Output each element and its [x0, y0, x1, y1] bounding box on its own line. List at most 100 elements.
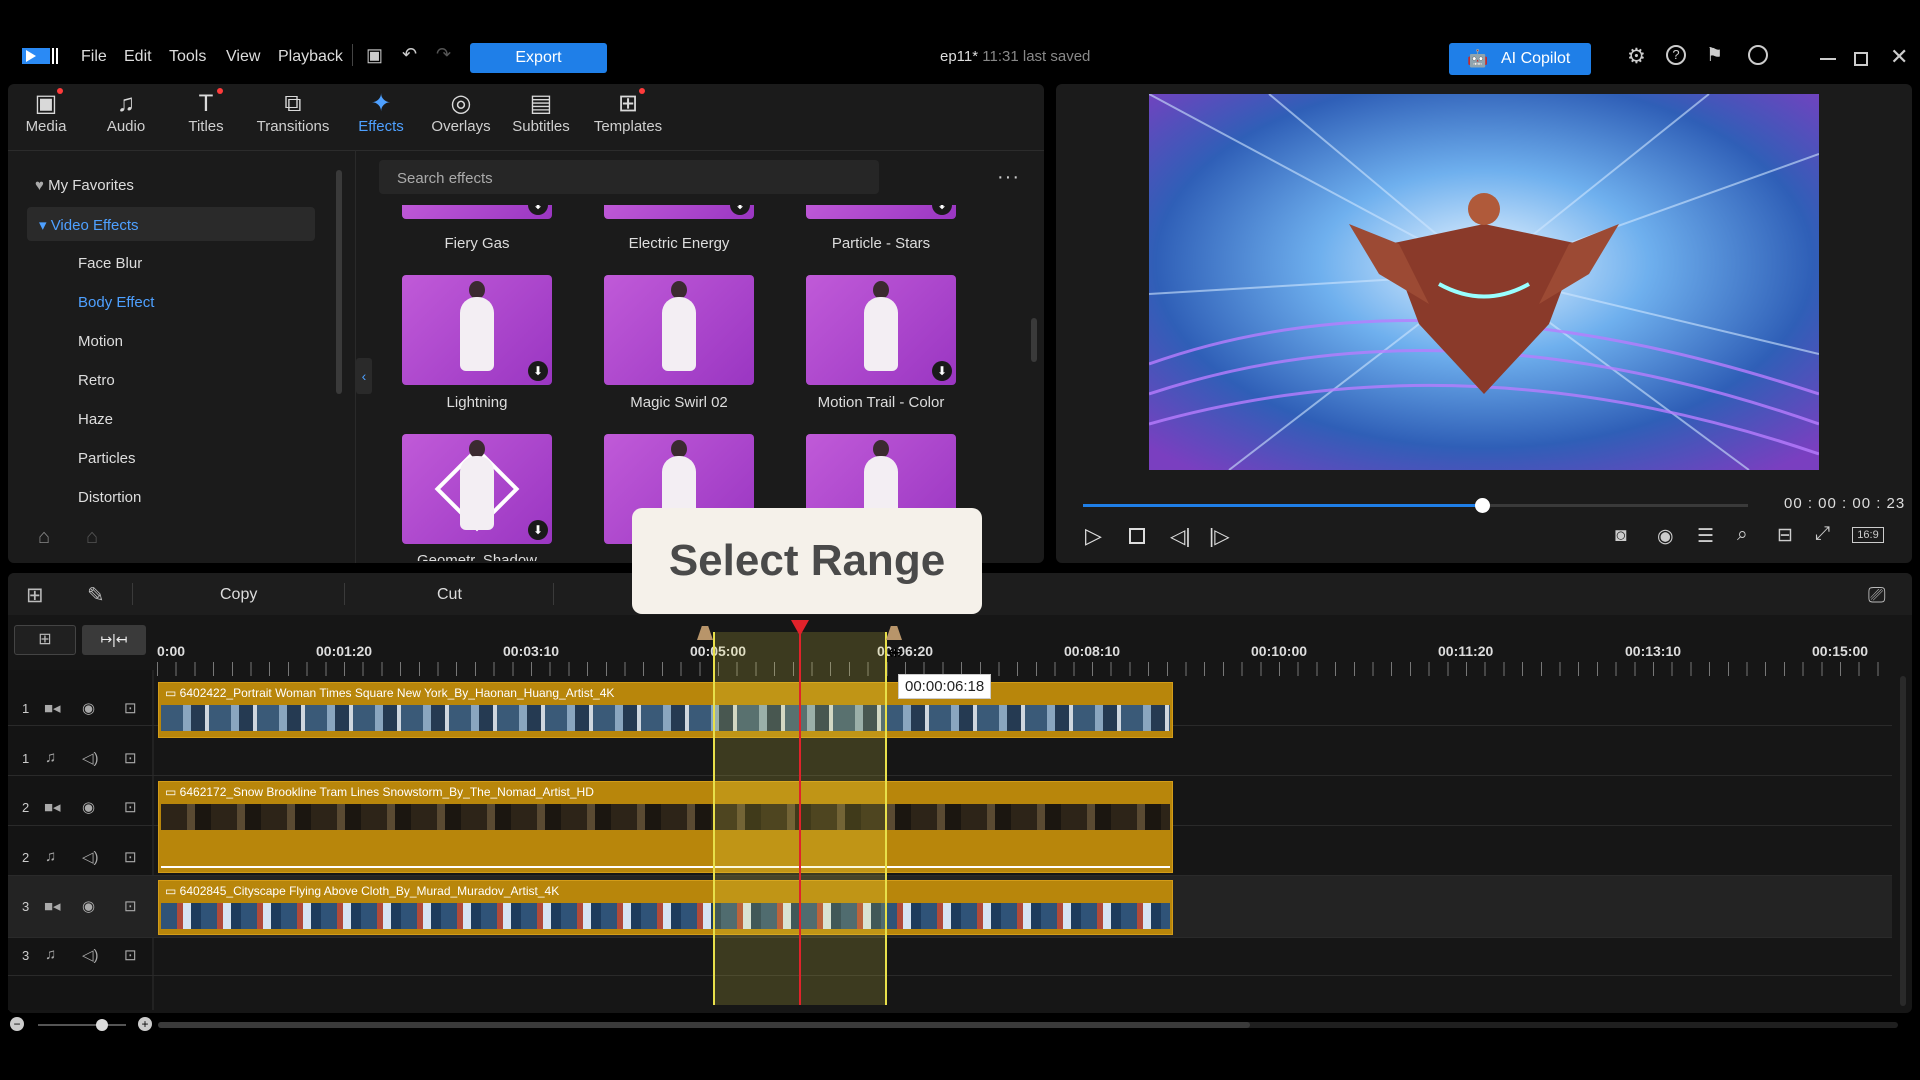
- video-clip[interactable]: ▭ 6462172_Snow Brookline Tram Lines Snow…: [158, 781, 1173, 873]
- zoom-slider-knob[interactable]: [96, 1019, 108, 1031]
- subtitle-toggle-icon[interactable]: ☰: [1697, 525, 1714, 548]
- edit-pen-icon[interactable]: ✎: [87, 583, 105, 608]
- effect-thumb-lightning[interactable]: ⬇: [402, 275, 552, 385]
- play-icon[interactable]: ▷: [1085, 523, 1102, 549]
- aspect-ratio-button[interactable]: 16:9: [1852, 527, 1884, 543]
- sidebar-item-retro[interactable]: Retro: [78, 372, 115, 389]
- export-button[interactable]: Export: [470, 43, 607, 73]
- tab-media[interactable]: ▣ Media: [6, 90, 86, 135]
- sidebar-item-face-blur[interactable]: Face Blur: [78, 255, 142, 272]
- lock-icon[interactable]: ⊡: [124, 749, 137, 767]
- menu-tools[interactable]: Tools: [169, 48, 206, 66]
- lock-icon[interactable]: ⊡: [124, 897, 137, 915]
- add-tag-icon[interactable]: ⌂: [38, 526, 50, 549]
- cut-button[interactable]: Cut: [437, 586, 462, 604]
- notification-icon[interactable]: ⚑: [1706, 44, 1723, 67]
- app-logo-icon[interactable]: [22, 46, 58, 66]
- previous-frame-icon[interactable]: ◁|: [1170, 524, 1191, 549]
- preview-progress-track[interactable]: [1083, 498, 1748, 513]
- sidebar-item-motion[interactable]: Motion: [78, 333, 123, 350]
- preview-video[interactable]: [1149, 94, 1819, 470]
- eye-icon[interactable]: ◉: [82, 699, 95, 717]
- sidebar-item-haze[interactable]: Haze: [78, 411, 113, 428]
- lock-icon[interactable]: ⊡: [124, 848, 137, 866]
- save-icon[interactable]: ▣: [366, 45, 383, 66]
- range-start-line[interactable]: [713, 632, 715, 1005]
- sidebar-item-body-effect[interactable]: Body Effect: [78, 294, 154, 311]
- menu-playback[interactable]: Playback: [278, 48, 343, 66]
- lock-icon[interactable]: ⊡: [124, 699, 137, 717]
- copy-button[interactable]: Copy: [220, 586, 257, 604]
- menu-edit[interactable]: Edit: [124, 48, 152, 66]
- tab-titles[interactable]: T Titles: [166, 90, 246, 135]
- effect-thumb-electric-energy[interactable]: ⬇: [604, 205, 754, 219]
- video-clip[interactable]: ▭ 6402845_Cityscape Flying Above Cloth_B…: [158, 880, 1173, 935]
- zoom-in-icon[interactable]: +: [138, 1017, 152, 1031]
- timeline-view-icon[interactable]: ⊞: [26, 583, 44, 608]
- layout-icon[interactable]: ⊟: [1777, 524, 1793, 547]
- account-icon[interactable]: [1748, 45, 1768, 65]
- menu-file[interactable]: File: [81, 48, 107, 66]
- ai-copilot-button[interactable]: 🤖 AI Copilot: [1449, 43, 1591, 75]
- scrollbar-thumb[interactable]: [158, 1022, 1250, 1028]
- effect-thumb-motion-trail[interactable]: ⬇: [806, 275, 956, 385]
- playhead-line[interactable]: [799, 632, 801, 1005]
- render-preview-icon[interactable]: ◉: [1657, 525, 1674, 548]
- effects-scrollbar[interactable]: [1031, 318, 1037, 362]
- effect-thumb-magic-swirl[interactable]: [604, 275, 754, 385]
- effect-thumb-fiery-gas[interactable]: ⬇: [402, 205, 552, 219]
- snapshot-icon[interactable]: ◙: [1615, 525, 1626, 547]
- restore-icon[interactable]: [1854, 52, 1868, 66]
- sidebar-item-distortion[interactable]: Distortion: [78, 489, 141, 506]
- range-end-line[interactable]: [885, 632, 887, 1005]
- tab-subtitles[interactable]: ▤ Subtitles: [501, 90, 581, 135]
- download-icon[interactable]: ⬇: [528, 520, 548, 540]
- timeline-settings-icon[interactable]: ⎚: [1868, 582, 1886, 608]
- video-clip[interactable]: ▭ 6402422_Portrait Woman Times Square Ne…: [158, 682, 1173, 738]
- eye-icon[interactable]: ◉: [82, 897, 95, 915]
- download-icon[interactable]: ⬇: [730, 205, 750, 215]
- next-frame-icon[interactable]: |▷: [1209, 524, 1230, 549]
- effect-thumb-geometric-shadow[interactable]: ⬇: [402, 434, 552, 544]
- tab-transitions[interactable]: ⧉ Transitions: [253, 90, 333, 135]
- search-effects-input[interactable]: Search effects: [379, 160, 879, 194]
- lock-icon[interactable]: ⊡: [124, 946, 137, 964]
- timeline-horizontal-scrollbar[interactable]: [158, 1022, 1898, 1028]
- eye-icon[interactable]: ◉: [82, 798, 95, 816]
- timeline-vertical-scrollbar[interactable]: [1900, 676, 1906, 1006]
- menu-view[interactable]: View: [226, 48, 260, 66]
- effect-thumb-particle-stars[interactable]: ⬇: [806, 205, 956, 219]
- help-icon[interactable]: ?: [1666, 45, 1686, 65]
- remove-tag-icon[interactable]: ⌂: [86, 526, 98, 549]
- my-favorites[interactable]: ♥ My Favorites: [35, 177, 134, 194]
- download-icon[interactable]: ⬇: [528, 205, 548, 215]
- track-manager-button[interactable]: ⊞: [14, 625, 76, 655]
- fullscreen-icon[interactable]: ⤢: [1815, 523, 1830, 545]
- stop-icon[interactable]: [1129, 528, 1145, 544]
- minimize-icon[interactable]: [1820, 58, 1836, 60]
- zoom-out-icon[interactable]: −: [10, 1017, 24, 1031]
- ruler-ticks[interactable]: [157, 662, 1892, 676]
- tab-templates[interactable]: ⊞ Templates: [588, 90, 668, 135]
- download-icon[interactable]: ⬇: [932, 205, 952, 215]
- tab-audio[interactable]: ♫ Audio: [86, 90, 166, 135]
- zoom-slider-track[interactable]: [38, 1024, 126, 1026]
- speaker-icon[interactable]: ◁): [82, 848, 99, 866]
- tab-overlays[interactable]: ◎ Overlays: [421, 90, 501, 135]
- redo-icon[interactable]: ↷: [436, 44, 451, 65]
- sidebar-scrollbar[interactable]: [336, 170, 342, 394]
- sidebar-item-particles[interactable]: Particles: [78, 450, 136, 467]
- undo-icon[interactable]: ↶: [402, 44, 417, 65]
- download-icon[interactable]: ⬇: [932, 361, 952, 381]
- speaker-icon[interactable]: ◁): [82, 749, 99, 767]
- preview-progress-knob[interactable]: [1475, 498, 1490, 513]
- lock-icon[interactable]: ⊡: [124, 798, 137, 816]
- category-video-effects[interactable]: ▾ Video Effects: [27, 207, 315, 241]
- settings-gear-icon[interactable]: ⚙: [1627, 44, 1646, 69]
- tab-effects[interactable]: ✦ Effects: [341, 90, 421, 135]
- more-options-icon[interactable]: ···: [997, 166, 1020, 189]
- close-icon[interactable]: ✕: [1890, 44, 1908, 70]
- download-icon[interactable]: ⬇: [528, 361, 548, 381]
- fit-timeline-button[interactable]: ↦|↤: [82, 625, 146, 655]
- zoom-icon[interactable]: ⌕: [1737, 524, 1748, 546]
